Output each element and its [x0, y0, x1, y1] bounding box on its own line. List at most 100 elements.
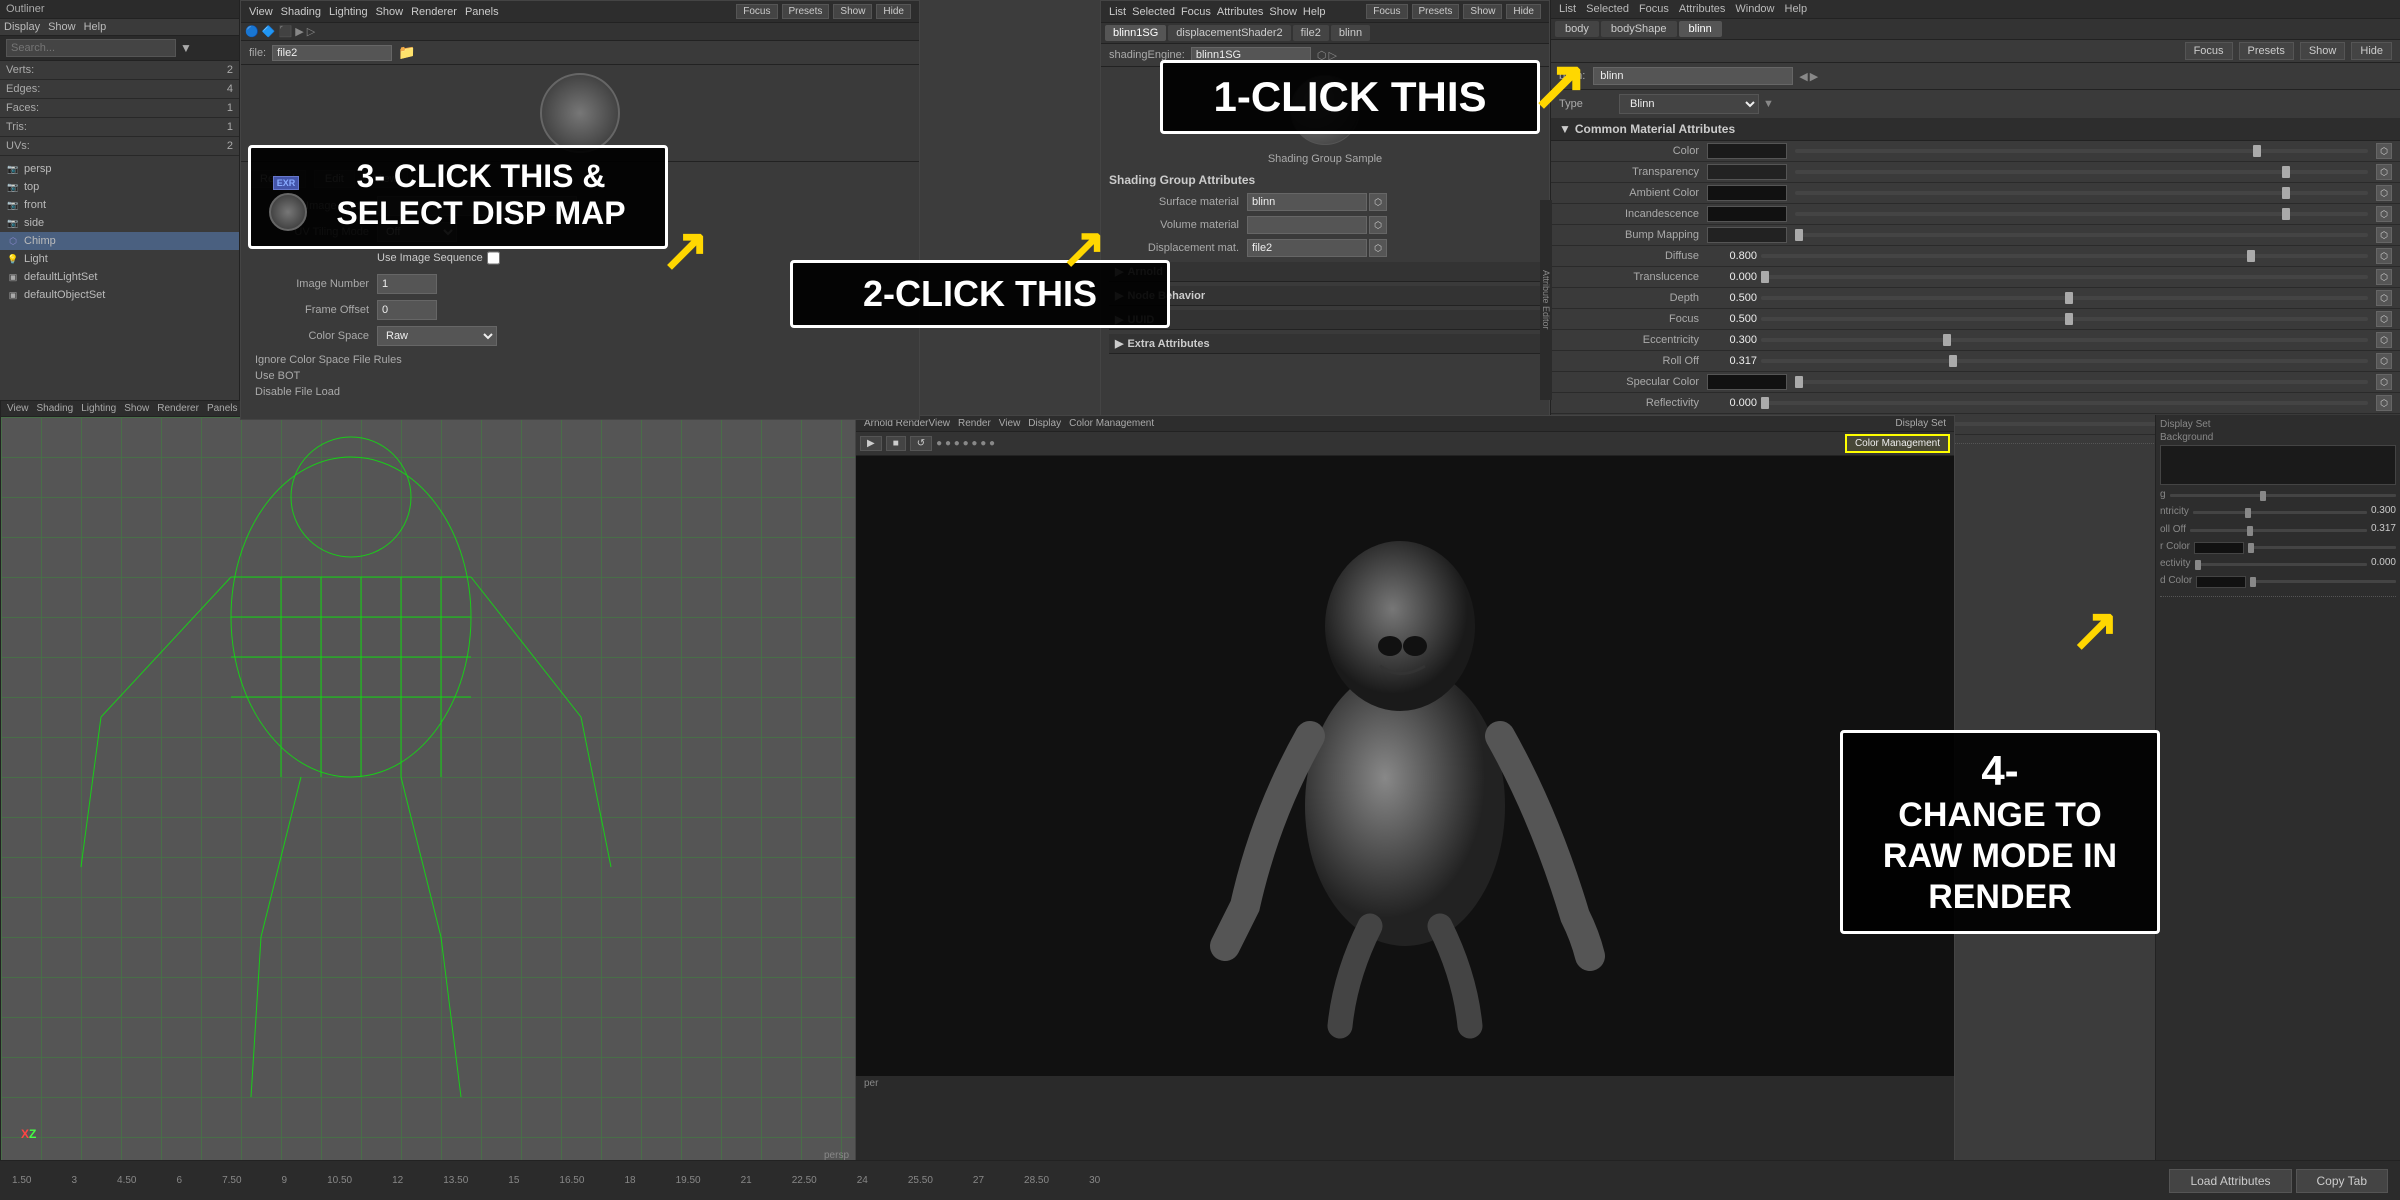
blv-menu-lighting[interactable]: Lighting [81, 403, 116, 414]
file-presets-button[interactable]: Presets [782, 4, 830, 19]
sg-menu-show[interactable]: Show [1269, 6, 1297, 18]
outliner-item-light[interactable]: 💡 Light [0, 250, 239, 268]
incandescence-expand[interactable]: ⬡ [2376, 206, 2392, 222]
incandescence-swatch[interactable] [1707, 206, 1787, 222]
file-focus-button[interactable]: Focus [736, 4, 777, 19]
attr-focus-button[interactable]: Focus [2185, 42, 2233, 60]
outliner-item-persp[interactable]: 📷 persp [0, 160, 239, 178]
ambient-expand[interactable]: ⬡ [2376, 185, 2392, 201]
attr-show-button[interactable]: Show [2300, 42, 2346, 60]
sg-menu-selected[interactable]: Selected [1132, 6, 1175, 18]
use-bot-option[interactable]: Use BOT [249, 368, 911, 384]
file-name-input[interactable] [272, 45, 392, 61]
surface-material-input[interactable] [1247, 193, 1367, 211]
attr-name-expand2[interactable]: ▶ [1810, 70, 1818, 83]
render-play-btn[interactable]: ▶ [860, 436, 882, 451]
blv-menu-show[interactable]: Show [124, 403, 149, 414]
focus-slider[interactable] [1761, 317, 2368, 321]
file-folder-icon[interactable]: 📁 [398, 44, 415, 61]
reflectivity-slider[interactable] [1761, 401, 2368, 405]
outliner-item-default-light-set[interactable]: ▣ defaultLightSet [0, 268, 239, 286]
sg-tab-displacement[interactable]: displacementShader2 [1168, 25, 1290, 41]
attr-menu-help[interactable]: Help [1785, 3, 1808, 15]
uuid-section[interactable]: ▶ UUID [1109, 310, 1541, 330]
image-number-input[interactable] [377, 274, 437, 294]
file-menu-shading[interactable]: Shading [281, 6, 321, 18]
sg-hide-button[interactable]: Hide [1506, 4, 1541, 19]
extra-attrs-section[interactable]: ▶ Extra Attributes [1109, 334, 1541, 354]
sg-tab-blinn1sg[interactable]: blinn1SG [1105, 25, 1166, 41]
file-menu-lighting[interactable]: Lighting [329, 6, 368, 18]
render-menu-color-mgmt[interactable]: Color Management [1069, 418, 1154, 429]
rolloff-expand[interactable]: ⬡ [2376, 353, 2392, 369]
attr-type-select[interactable]: Blinn Lambert Phong [1619, 94, 1759, 114]
attr-name-expand1[interactable]: ◀ [1799, 70, 1807, 83]
blv-menu-renderer[interactable]: Renderer [157, 403, 199, 414]
file-menu-view[interactable]: View [249, 6, 273, 18]
eccentricity-expand[interactable]: ⬡ [2376, 332, 2392, 348]
color-swatch[interactable] [1707, 143, 1787, 159]
attr-presets-button[interactable]: Presets [2239, 42, 2294, 60]
file-show-button[interactable]: Show [833, 4, 872, 19]
rs-dcolor-track[interactable] [2250, 580, 2396, 583]
common-material-attrs-section[interactable]: ▼ Common Material Attributes [1551, 118, 2400, 141]
render-stop-btn[interactable]: ■ [886, 436, 906, 451]
outliner-menu-display[interactable]: Display [4, 21, 40, 33]
render-menu-render[interactable]: Render [958, 418, 991, 429]
specular-color-swatch[interactable] [1707, 374, 1787, 390]
diffuse-slider[interactable] [1761, 254, 2368, 258]
copy-tab-button[interactable]: Copy Tab [2296, 1169, 2388, 1193]
outliner-item-front[interactable]: 📷 front [0, 196, 239, 214]
translucence-slider[interactable] [1761, 275, 2368, 279]
transparency-expand[interactable]: ⬡ [2376, 164, 2392, 180]
outliner-item-top[interactable]: 📷 top [0, 178, 239, 196]
outliner-item-side[interactable]: 📷 side [0, 214, 239, 232]
attr-type-expand[interactable]: ▼ [1763, 98, 1774, 110]
color-space-select[interactable]: Raw sRGB Linear [377, 326, 497, 346]
blv-menu-view[interactable]: View [7, 403, 29, 414]
sg-show-button[interactable]: Show [1463, 4, 1502, 19]
bump-expand[interactable]: ⬡ [2376, 227, 2392, 243]
ignore-color-space-option[interactable]: Ignore Color Space File Rules [249, 352, 911, 368]
outliner-menu-show[interactable]: Show [48, 21, 76, 33]
eccentricity-slider[interactable] [1761, 338, 2368, 342]
volume-material-connect[interactable]: ⬡ [1369, 216, 1387, 234]
incandescence-slider[interactable] [1795, 212, 2368, 216]
file-menu-panels[interactable]: Panels [465, 6, 499, 18]
sg-presets-button[interactable]: Presets [1412, 4, 1460, 19]
ambient-color-swatch[interactable] [1707, 185, 1787, 201]
specular-slider[interactable] [1795, 380, 2368, 384]
attr-hide-button[interactable]: Hide [2351, 42, 2392, 60]
attr-menu-list[interactable]: List [1559, 3, 1576, 15]
file-menu-show[interactable]: Show [376, 6, 404, 18]
blv-menu-shading[interactable]: Shading [37, 403, 74, 414]
highlight-color-mgmt[interactable]: Color Management [1845, 434, 1950, 453]
frame-offset-input[interactable] [377, 300, 437, 320]
attr-menu-window[interactable]: Window [1735, 3, 1774, 15]
rs-slider1-track[interactable] [2170, 494, 2396, 497]
depth-expand[interactable]: ⬡ [2376, 290, 2392, 306]
surface-material-connect[interactable]: ⬡ [1369, 193, 1387, 211]
outliner-item-chimp[interactable]: ⬡ Chimp [0, 232, 239, 250]
disable-file-load-option[interactable]: Disable File Load [249, 384, 911, 400]
depth-slider[interactable] [1761, 296, 2368, 300]
render-refresh-btn[interactable]: ↺ [910, 436, 932, 451]
translucence-expand[interactable]: ⬡ [2376, 269, 2392, 285]
volume-material-input[interactable] [1247, 216, 1367, 234]
use-image-sequence-checkbox[interactable] [487, 248, 500, 268]
outliner-menu-help[interactable]: Help [84, 21, 107, 33]
transparency-slider[interactable] [1795, 170, 2368, 174]
sg-menu-help[interactable]: Help [1303, 6, 1326, 18]
rs-rcolor-track[interactable] [2248, 546, 2396, 549]
color-expand[interactable]: ⬡ [2376, 143, 2392, 159]
blv-menu-panels[interactable]: Panels [207, 403, 238, 414]
sg-tab-file2[interactable]: file2 [1293, 25, 1329, 41]
search-dropdown-icon[interactable]: ▼ [180, 41, 192, 55]
attr-tab-body[interactable]: body [1555, 21, 1599, 37]
displacement-mat-connect[interactable]: ⬡ [1369, 239, 1387, 257]
diffuse-expand[interactable]: ⬡ [2376, 248, 2392, 264]
reflectivity-expand[interactable]: ⬡ [2376, 395, 2392, 411]
color-slider[interactable] [1795, 149, 2368, 153]
rs-ntricity-track[interactable] [2193, 511, 2367, 514]
rolloff-slider[interactable] [1761, 359, 2368, 363]
